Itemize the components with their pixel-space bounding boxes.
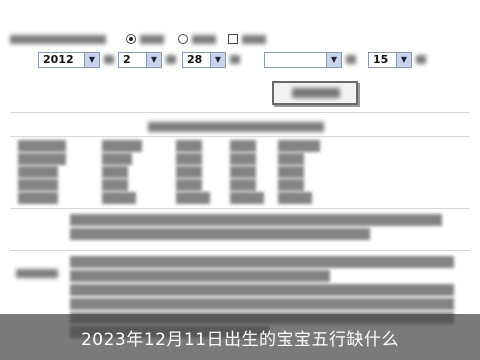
blurred-text (230, 55, 240, 64)
blurred-text (16, 269, 58, 278)
table-row (16, 166, 456, 178)
hour-select[interactable]: ▼ (264, 52, 342, 68)
day-value: 28 (187, 53, 203, 66)
month-select[interactable]: 2 ▼ (118, 52, 162, 68)
blurred-text (346, 55, 356, 64)
radio-option-2[interactable] (178, 34, 188, 44)
blurred-text (192, 35, 216, 44)
chevron-down-icon: ▼ (396, 53, 411, 67)
blurred-text (242, 35, 266, 44)
chevron-down-icon: ▼ (326, 53, 341, 67)
bazi-table (16, 140, 456, 204)
divider (10, 208, 470, 209)
caption-text: 2023年12月11日出生的宝宝五行缺什么 (80, 330, 400, 350)
blurred-text (104, 55, 114, 64)
chevron-down-icon: ▼ (146, 53, 161, 67)
table-row (16, 140, 456, 152)
day-select[interactable]: 28 ▼ (182, 52, 226, 68)
table-row (16, 153, 456, 165)
year-value: 2012 (43, 53, 74, 66)
blurred-text (416, 55, 426, 64)
caption-overlay: 2023年12月11日出生的宝宝五行缺什么 (0, 314, 480, 360)
description-text (70, 214, 450, 244)
divider (10, 112, 470, 113)
month-value: 2 (123, 53, 131, 66)
chevron-down-icon: ▼ (210, 53, 225, 67)
minute-value: 15 (373, 53, 389, 66)
option-checkbox[interactable] (228, 34, 238, 44)
chevron-down-icon: ▼ (84, 53, 99, 67)
blurred-text (10, 35, 106, 44)
table-row (16, 192, 456, 204)
year-select[interactable]: 2012 ▼ (38, 52, 100, 68)
blurred-text (166, 55, 176, 64)
blurred-text (148, 122, 324, 132)
radio-option-1[interactable] (126, 34, 136, 44)
table-row (16, 179, 456, 191)
blurred-text (292, 88, 340, 98)
blurred-text (140, 35, 164, 44)
divider (10, 250, 470, 251)
minute-select[interactable]: 15 ▼ (368, 52, 412, 68)
divider (10, 136, 470, 137)
